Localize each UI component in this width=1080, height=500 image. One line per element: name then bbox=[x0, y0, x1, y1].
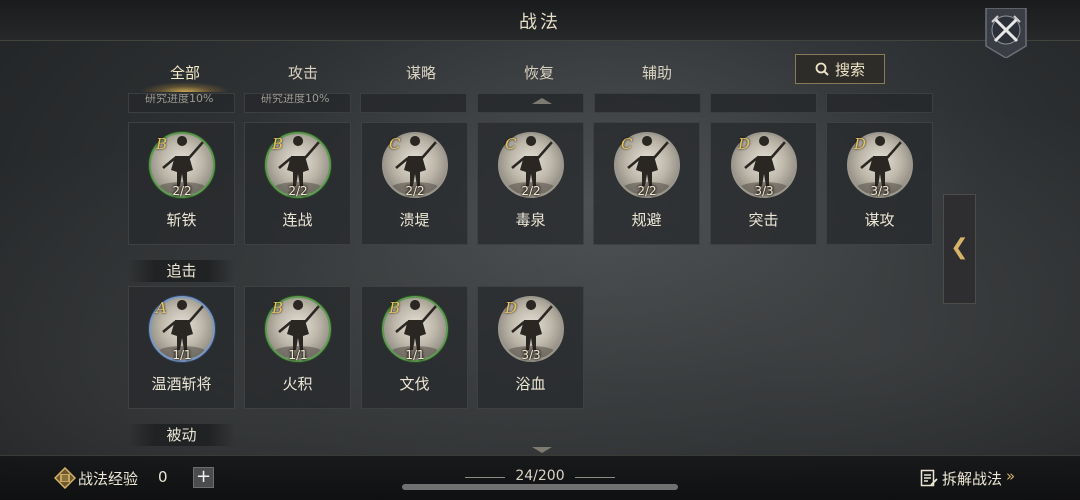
partial-card bbox=[477, 93, 584, 113]
tactic-card[interactable]: A 1/1 温酒斩将 bbox=[128, 286, 235, 409]
tactic-card[interactable]: B 1/1 文伐 bbox=[361, 286, 468, 409]
side-panel-toggle[interactable]: ❮ bbox=[943, 194, 976, 304]
tactic-name: 溃堤 bbox=[399, 211, 430, 229]
double-chevron-right-icon: » bbox=[1006, 467, 1016, 485]
grade-badge: C bbox=[621, 135, 633, 153]
tactic-name: 文伐 bbox=[399, 375, 430, 393]
exp-label: 战法经验 bbox=[78, 470, 139, 488]
scroll-down-arrow-icon bbox=[532, 447, 552, 453]
tactic-card[interactable]: C 2/2 溃堤 bbox=[361, 122, 468, 245]
tactic-card[interactable]: B 1/1 火积 bbox=[244, 286, 351, 409]
partial-card bbox=[826, 93, 933, 113]
tactic-name: 浴血 bbox=[515, 375, 546, 393]
chevron-left-icon: ❮ bbox=[950, 235, 969, 260]
tactic-name: 毒泉 bbox=[515, 211, 546, 229]
grade-badge: C bbox=[505, 135, 517, 153]
tactic-count: 2/2 bbox=[172, 184, 192, 198]
tactic-name: 突击 bbox=[748, 211, 779, 229]
tab-all[interactable]: 全部 bbox=[130, 60, 240, 92]
tactic-count: 1/1 bbox=[405, 348, 425, 362]
section-header-pursuit: 追击 bbox=[128, 260, 235, 282]
tactic-count: 3/3 bbox=[754, 184, 774, 198]
grade-badge: B bbox=[272, 299, 284, 317]
scroll-up-arrow-icon bbox=[532, 98, 552, 104]
top-bar: 战法 bbox=[0, 0, 1080, 41]
add-exp-button[interactable]: + bbox=[193, 467, 214, 488]
crossed-swords-icon bbox=[985, 7, 1027, 59]
partial-card bbox=[594, 93, 701, 113]
tactic-name: 温酒斩将 bbox=[151, 375, 212, 393]
tab-recovery[interactable]: 恢复 bbox=[484, 60, 594, 88]
tactic-card[interactable]: D 3/3 突击 bbox=[710, 122, 817, 245]
tactic-name: 谋攻 bbox=[864, 211, 895, 229]
bottom-bar: 战法经验 0 + 24/200 拆解战法 » bbox=[0, 455, 1080, 500]
tactic-card[interactable]: B 2/2 斩铁 bbox=[128, 122, 235, 245]
exp-token-icon bbox=[54, 467, 76, 489]
tactic-card[interactable]: C 2/2 毒泉 bbox=[477, 122, 584, 245]
tactics-capacity: 24/200 bbox=[515, 468, 565, 484]
horizontal-scrollbar[interactable] bbox=[402, 484, 678, 490]
tactic-count: 3/3 bbox=[521, 348, 541, 362]
tab-attack[interactable]: 攻击 bbox=[248, 60, 358, 88]
grade-badge: C bbox=[389, 135, 401, 153]
decompose-label: 拆解战法 bbox=[942, 470, 1003, 488]
exp-value: 0 bbox=[158, 468, 168, 486]
tab-support[interactable]: 辅助 bbox=[602, 60, 712, 88]
tactic-card[interactable]: D 3/3 浴血 bbox=[477, 286, 584, 409]
grade-badge: B bbox=[156, 135, 168, 153]
grade-badge: D bbox=[505, 299, 518, 317]
tactic-name: 规避 bbox=[631, 211, 662, 229]
tactic-count: 1/1 bbox=[172, 348, 192, 362]
tactic-card[interactable]: B 2/2 连战 bbox=[244, 122, 351, 245]
close-button[interactable] bbox=[982, 7, 1030, 59]
tactic-name: 斩铁 bbox=[166, 211, 197, 229]
tactics-list[interactable]: 研究进度10% 研究进度10% B 2/2 斩铁 B 2/2 连战 C 2/2 溃堤 C 2/2 毒泉… bbox=[128, 93, 938, 453]
tactic-card[interactable]: D 3/3 谋攻 bbox=[826, 122, 933, 245]
partial-card bbox=[710, 93, 817, 113]
search-icon bbox=[815, 62, 829, 76]
grade-badge: A bbox=[156, 299, 167, 317]
section-header-passive: 被动 bbox=[128, 424, 235, 446]
tactic-count: 3/3 bbox=[870, 184, 890, 198]
grade-badge: D bbox=[738, 135, 751, 153]
grade-badge: B bbox=[389, 299, 401, 317]
tab-strategy[interactable]: 谋略 bbox=[366, 60, 476, 88]
tactic-count: 1/1 bbox=[288, 348, 308, 362]
tactic-count: 2/2 bbox=[521, 184, 541, 198]
search-label: 搜索 bbox=[834, 60, 865, 79]
page-title: 战法 bbox=[519, 12, 561, 33]
partial-card bbox=[360, 93, 467, 113]
research-progress: 研究进度10% bbox=[244, 93, 351, 113]
divider bbox=[575, 477, 615, 478]
tactic-card[interactable]: C 2/2 规避 bbox=[593, 122, 700, 245]
tactic-count: 2/2 bbox=[288, 184, 308, 198]
grade-badge: B bbox=[272, 135, 284, 153]
list-edit-icon bbox=[920, 469, 938, 487]
tactic-count: 2/2 bbox=[637, 184, 657, 198]
grade-badge: D bbox=[854, 135, 867, 153]
category-tabs: 全部 攻击 谋略 恢复 辅助 bbox=[130, 60, 780, 92]
tactic-name: 连战 bbox=[282, 211, 313, 229]
decompose-tactics-button[interactable]: 拆解战法 » bbox=[918, 466, 1028, 490]
tactic-name: 火积 bbox=[282, 375, 313, 393]
research-progress: 研究进度10% bbox=[128, 93, 235, 113]
tactic-count: 2/2 bbox=[405, 184, 425, 198]
search-button[interactable]: 搜索 bbox=[795, 54, 885, 84]
